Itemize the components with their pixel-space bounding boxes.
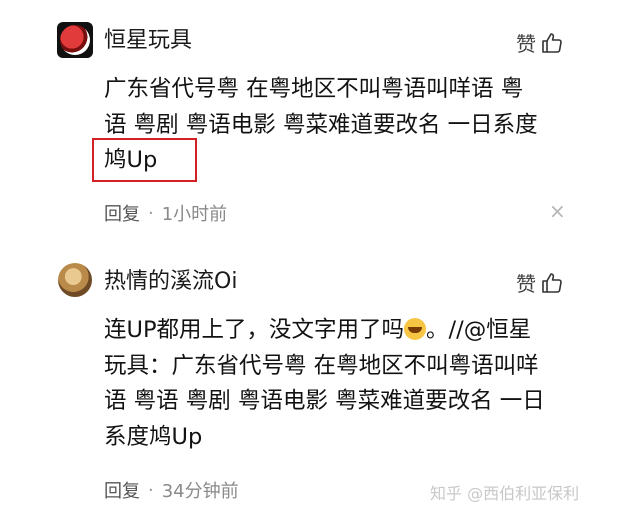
like-label: 赞: [516, 32, 536, 56]
thumbs-up-icon: [542, 272, 562, 293]
meta-separator: ·: [148, 202, 154, 224]
reply-button[interactable]: 回复: [104, 200, 140, 226]
comment-meta: 回复 · 34分钟前: [104, 477, 239, 503]
close-icon[interactable]: ×: [549, 199, 566, 223]
comment-author[interactable]: 恒星玩具: [104, 27, 192, 55]
reply-button[interactable]: 回复: [104, 477, 140, 503]
laughing-emoji-icon: [404, 318, 427, 340]
comment-meta: 回复 · 1小时前: [104, 200, 227, 226]
thumbs-up-icon: [542, 32, 562, 53]
comment-author[interactable]: 热情的溪流Oi: [104, 268, 237, 296]
comment-text-part: 连UP都用上了，没文字用了吗: [104, 317, 405, 343]
like-button[interactable]: 赞: [516, 28, 564, 57]
meta-separator: ·: [148, 479, 154, 501]
avatar[interactable]: [57, 22, 93, 58]
comment-content: 连UP都用上了，没文字用了吗 。//@恒星 玩具：广东省代号粤 在粤地区不叫粤语叫…: [104, 313, 584, 455]
like-button[interactable]: 赞: [516, 268, 564, 297]
comment-time: 1小时前: [161, 204, 228, 225]
highlight-box: [92, 138, 197, 182]
comment-time: 34分钟前: [161, 481, 239, 502]
watermark: 知乎 @西伯利亚保利: [430, 484, 580, 503]
avatar[interactable]: [58, 263, 92, 297]
like-label: 赞: [516, 272, 536, 296]
